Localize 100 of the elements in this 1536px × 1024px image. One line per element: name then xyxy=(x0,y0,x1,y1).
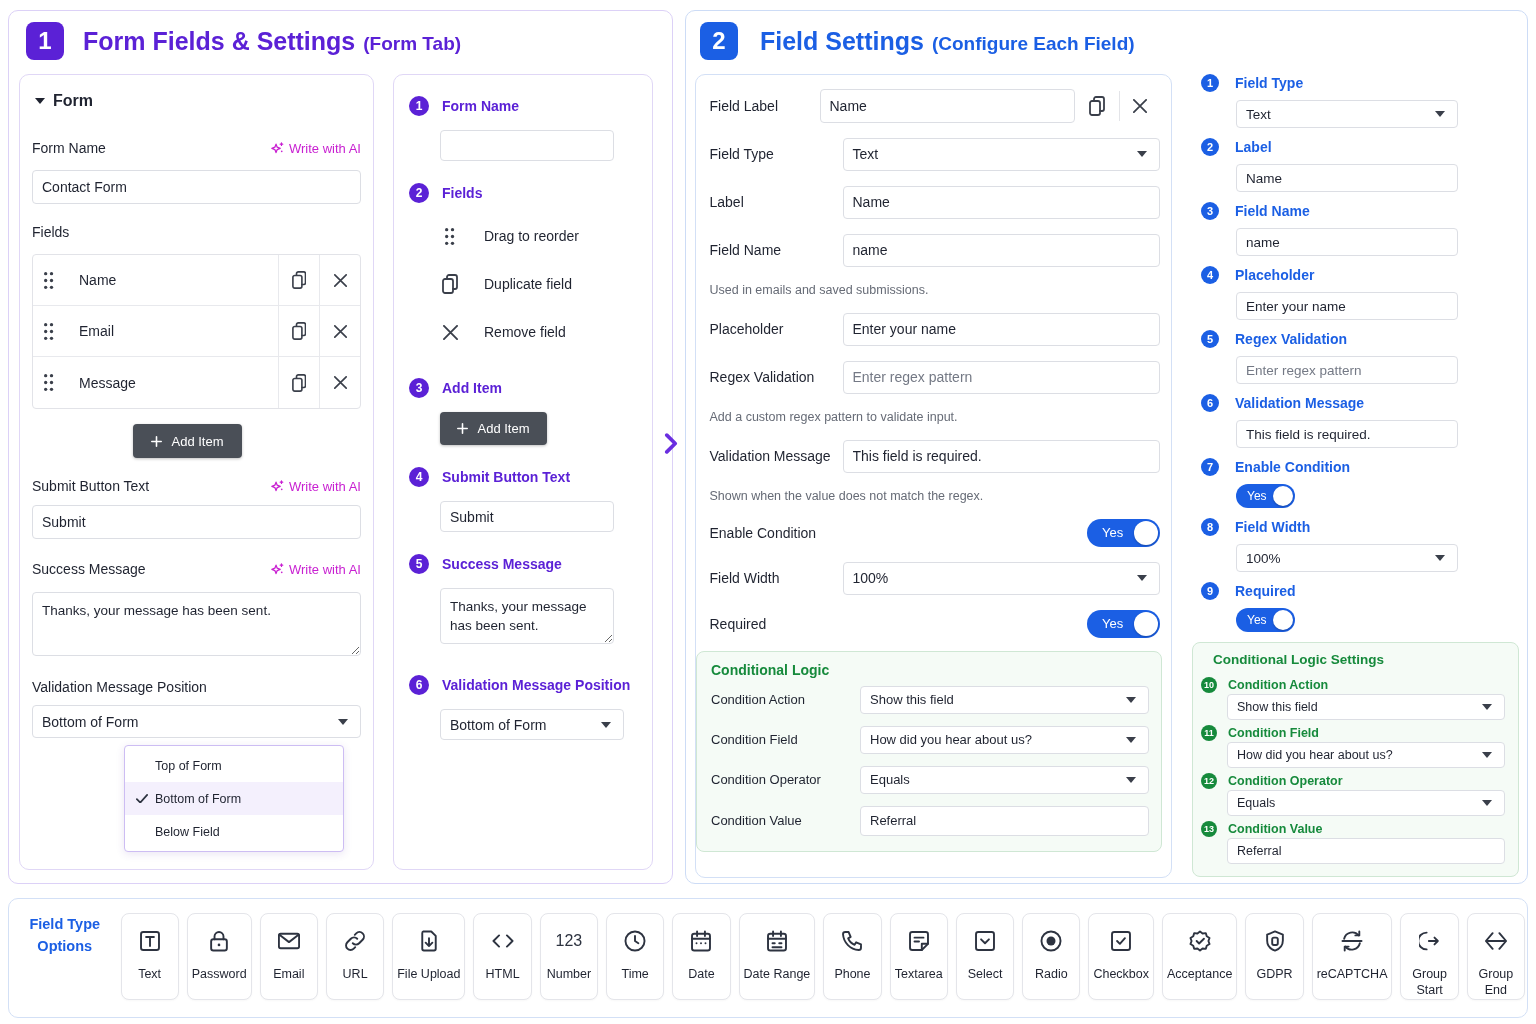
step-number: 4 xyxy=(409,467,429,487)
input-field[interactable]: Enter regex pattern xyxy=(842,360,1160,394)
text-box-icon xyxy=(138,929,161,952)
toggle-switch[interactable]: Yes xyxy=(1087,518,1160,547)
step-title: Required xyxy=(1235,583,1296,599)
input-field[interactable]: Name xyxy=(1236,164,1458,192)
toggle-knob xyxy=(1273,486,1293,506)
input-field[interactable]: This field is required. xyxy=(842,439,1160,473)
select-field[interactable]: How did you hear about us? xyxy=(1227,742,1505,768)
textarea-field[interactable]: Thanks, your message has been sent. xyxy=(32,592,361,656)
field-type-tile[interactable]: Checkbox xyxy=(1088,912,1155,1000)
input-field[interactable]: Enter your name xyxy=(1236,292,1458,320)
drag-handle-icon[interactable] xyxy=(44,374,54,391)
field-label: Condition Value xyxy=(711,813,803,828)
field-type-tile[interactable]: Group Start xyxy=(1400,912,1459,1000)
write-with-ai-link[interactable]: Write with AI xyxy=(271,478,361,494)
field-type-tile[interactable]: Textarea xyxy=(889,912,948,1000)
drag-handle-icon[interactable] xyxy=(44,271,54,289)
menu-option[interactable]: Below Field xyxy=(125,815,343,848)
field-label: Field Type xyxy=(709,146,775,162)
field-type-tile[interactable]: Email xyxy=(259,912,318,1000)
select-field[interactable]: Show this field xyxy=(860,685,1149,714)
clock-icon xyxy=(624,929,647,952)
sparkle-icon xyxy=(271,563,284,575)
toggle-switch[interactable]: Yes xyxy=(1236,608,1295,632)
caret-down-icon xyxy=(1482,752,1492,758)
step-number: 3 xyxy=(1201,202,1219,220)
select-field[interactable]: 100% xyxy=(1236,544,1458,572)
input-field[interactable]: name xyxy=(1236,228,1458,256)
input-field[interactable]: Contact Form xyxy=(32,170,361,204)
input-field[interactable]: Submit xyxy=(32,505,361,539)
select-field[interactable]: Text xyxy=(1236,100,1458,128)
input-field[interactable]: Referral xyxy=(1227,838,1505,864)
input-field[interactable]: Name xyxy=(842,185,1160,219)
circular-arrows-icon xyxy=(1341,929,1364,952)
input-field[interactable]: Name xyxy=(819,88,1075,123)
step-title: Regex Validation xyxy=(1235,331,1348,347)
field-type-tile[interactable]: Select xyxy=(955,912,1015,1000)
step-number: 12 xyxy=(1201,773,1217,789)
add-item-button[interactable]: Add Item xyxy=(440,412,547,445)
field-type-tile[interactable]: 123 Number xyxy=(539,912,599,1000)
select-field[interactable]: Equals xyxy=(1227,790,1505,816)
field-type-tile[interactable]: Acceptance xyxy=(1162,912,1238,1000)
field-type-tile[interactable]: Phone xyxy=(823,912,882,1000)
caret-down-icon xyxy=(1482,800,1492,806)
step-title: Placeholder xyxy=(1235,267,1315,283)
input-field[interactable] xyxy=(440,130,614,161)
phone-icon xyxy=(841,929,864,952)
input-field[interactable]: Enter your name xyxy=(842,312,1160,346)
select-field[interactable]: Show this field xyxy=(1227,694,1505,720)
caret-down-icon xyxy=(1137,151,1147,157)
select-field[interactable]: How did you hear about us? xyxy=(860,725,1149,754)
field-type-tile[interactable]: Time xyxy=(606,912,665,1000)
field-type-tile[interactable]: Password xyxy=(186,912,252,1000)
note-icon xyxy=(907,929,930,952)
step-title: Condition Value xyxy=(1228,822,1323,836)
toggle-switch[interactable]: Yes xyxy=(1236,484,1295,508)
select-field[interactable]: Bottom of Form xyxy=(440,709,624,740)
add-item-button[interactable]: Add Item xyxy=(133,424,242,458)
select-field[interactable]: Equals xyxy=(860,765,1149,794)
input-field[interactable]: Enter regex pattern xyxy=(1236,356,1458,384)
input-field[interactable]: Submit xyxy=(440,501,614,532)
field-type-tile[interactable]: HTML xyxy=(473,912,532,1000)
collapsible-header[interactable]: Form xyxy=(32,91,93,111)
input-field[interactable]: name xyxy=(842,233,1160,267)
field-type-tile[interactable]: Date Range xyxy=(738,912,816,1000)
field-type-tile[interactable]: Radio xyxy=(1022,912,1081,1000)
select-field[interactable]: Bottom of Form xyxy=(32,705,361,738)
textarea-field[interactable]: Thanks, your message has been sent. xyxy=(440,588,614,644)
toggle-switch[interactable]: Yes xyxy=(1087,609,1160,638)
step-number: 2 xyxy=(1201,138,1219,156)
drag-handle-icon[interactable] xyxy=(44,322,54,340)
step-number: 6 xyxy=(1201,394,1219,412)
select-field[interactable]: 100% xyxy=(842,561,1160,595)
step-title: Fields xyxy=(442,185,483,201)
menu-option[interactable]: Top of Form xyxy=(125,749,343,782)
step-title: Condition Action xyxy=(1228,678,1329,692)
field-type-tile[interactable]: GDPR xyxy=(1245,912,1304,1000)
field-type-tile[interactable]: Text xyxy=(120,912,179,1000)
select-field[interactable]: Text xyxy=(842,137,1160,171)
field-type-tile[interactable]: Group End xyxy=(1466,912,1526,1000)
field-label: Condition Field xyxy=(711,732,799,747)
write-with-ai-link[interactable]: Write with AI xyxy=(271,140,361,156)
field-type-tile[interactable]: URL xyxy=(325,912,385,1000)
field-label: Submit Button Text xyxy=(32,477,150,496)
write-with-ai-link[interactable]: Write with AI xyxy=(271,561,361,577)
menu-option[interactable]: Bottom of Form xyxy=(125,782,343,815)
field-name: Email xyxy=(79,323,115,339)
field-type-tile[interactable]: File Upload xyxy=(392,912,466,1000)
field-type-tile[interactable]: Date xyxy=(672,912,731,1000)
lock-icon xyxy=(208,929,231,952)
plus-icon xyxy=(457,423,469,434)
field-type-tile[interactable]: reCAPTCHA xyxy=(1311,912,1393,1000)
step-title: Validation Message xyxy=(1235,395,1365,411)
digits-icon: 123 xyxy=(555,928,583,953)
step-number: 13 xyxy=(1201,821,1217,837)
input-field[interactable]: Referral xyxy=(860,805,1149,836)
input-field[interactable]: This field is required. xyxy=(1236,420,1458,448)
box-title: Conditional Logic xyxy=(711,660,831,679)
legend-label: Remove field xyxy=(484,324,566,340)
